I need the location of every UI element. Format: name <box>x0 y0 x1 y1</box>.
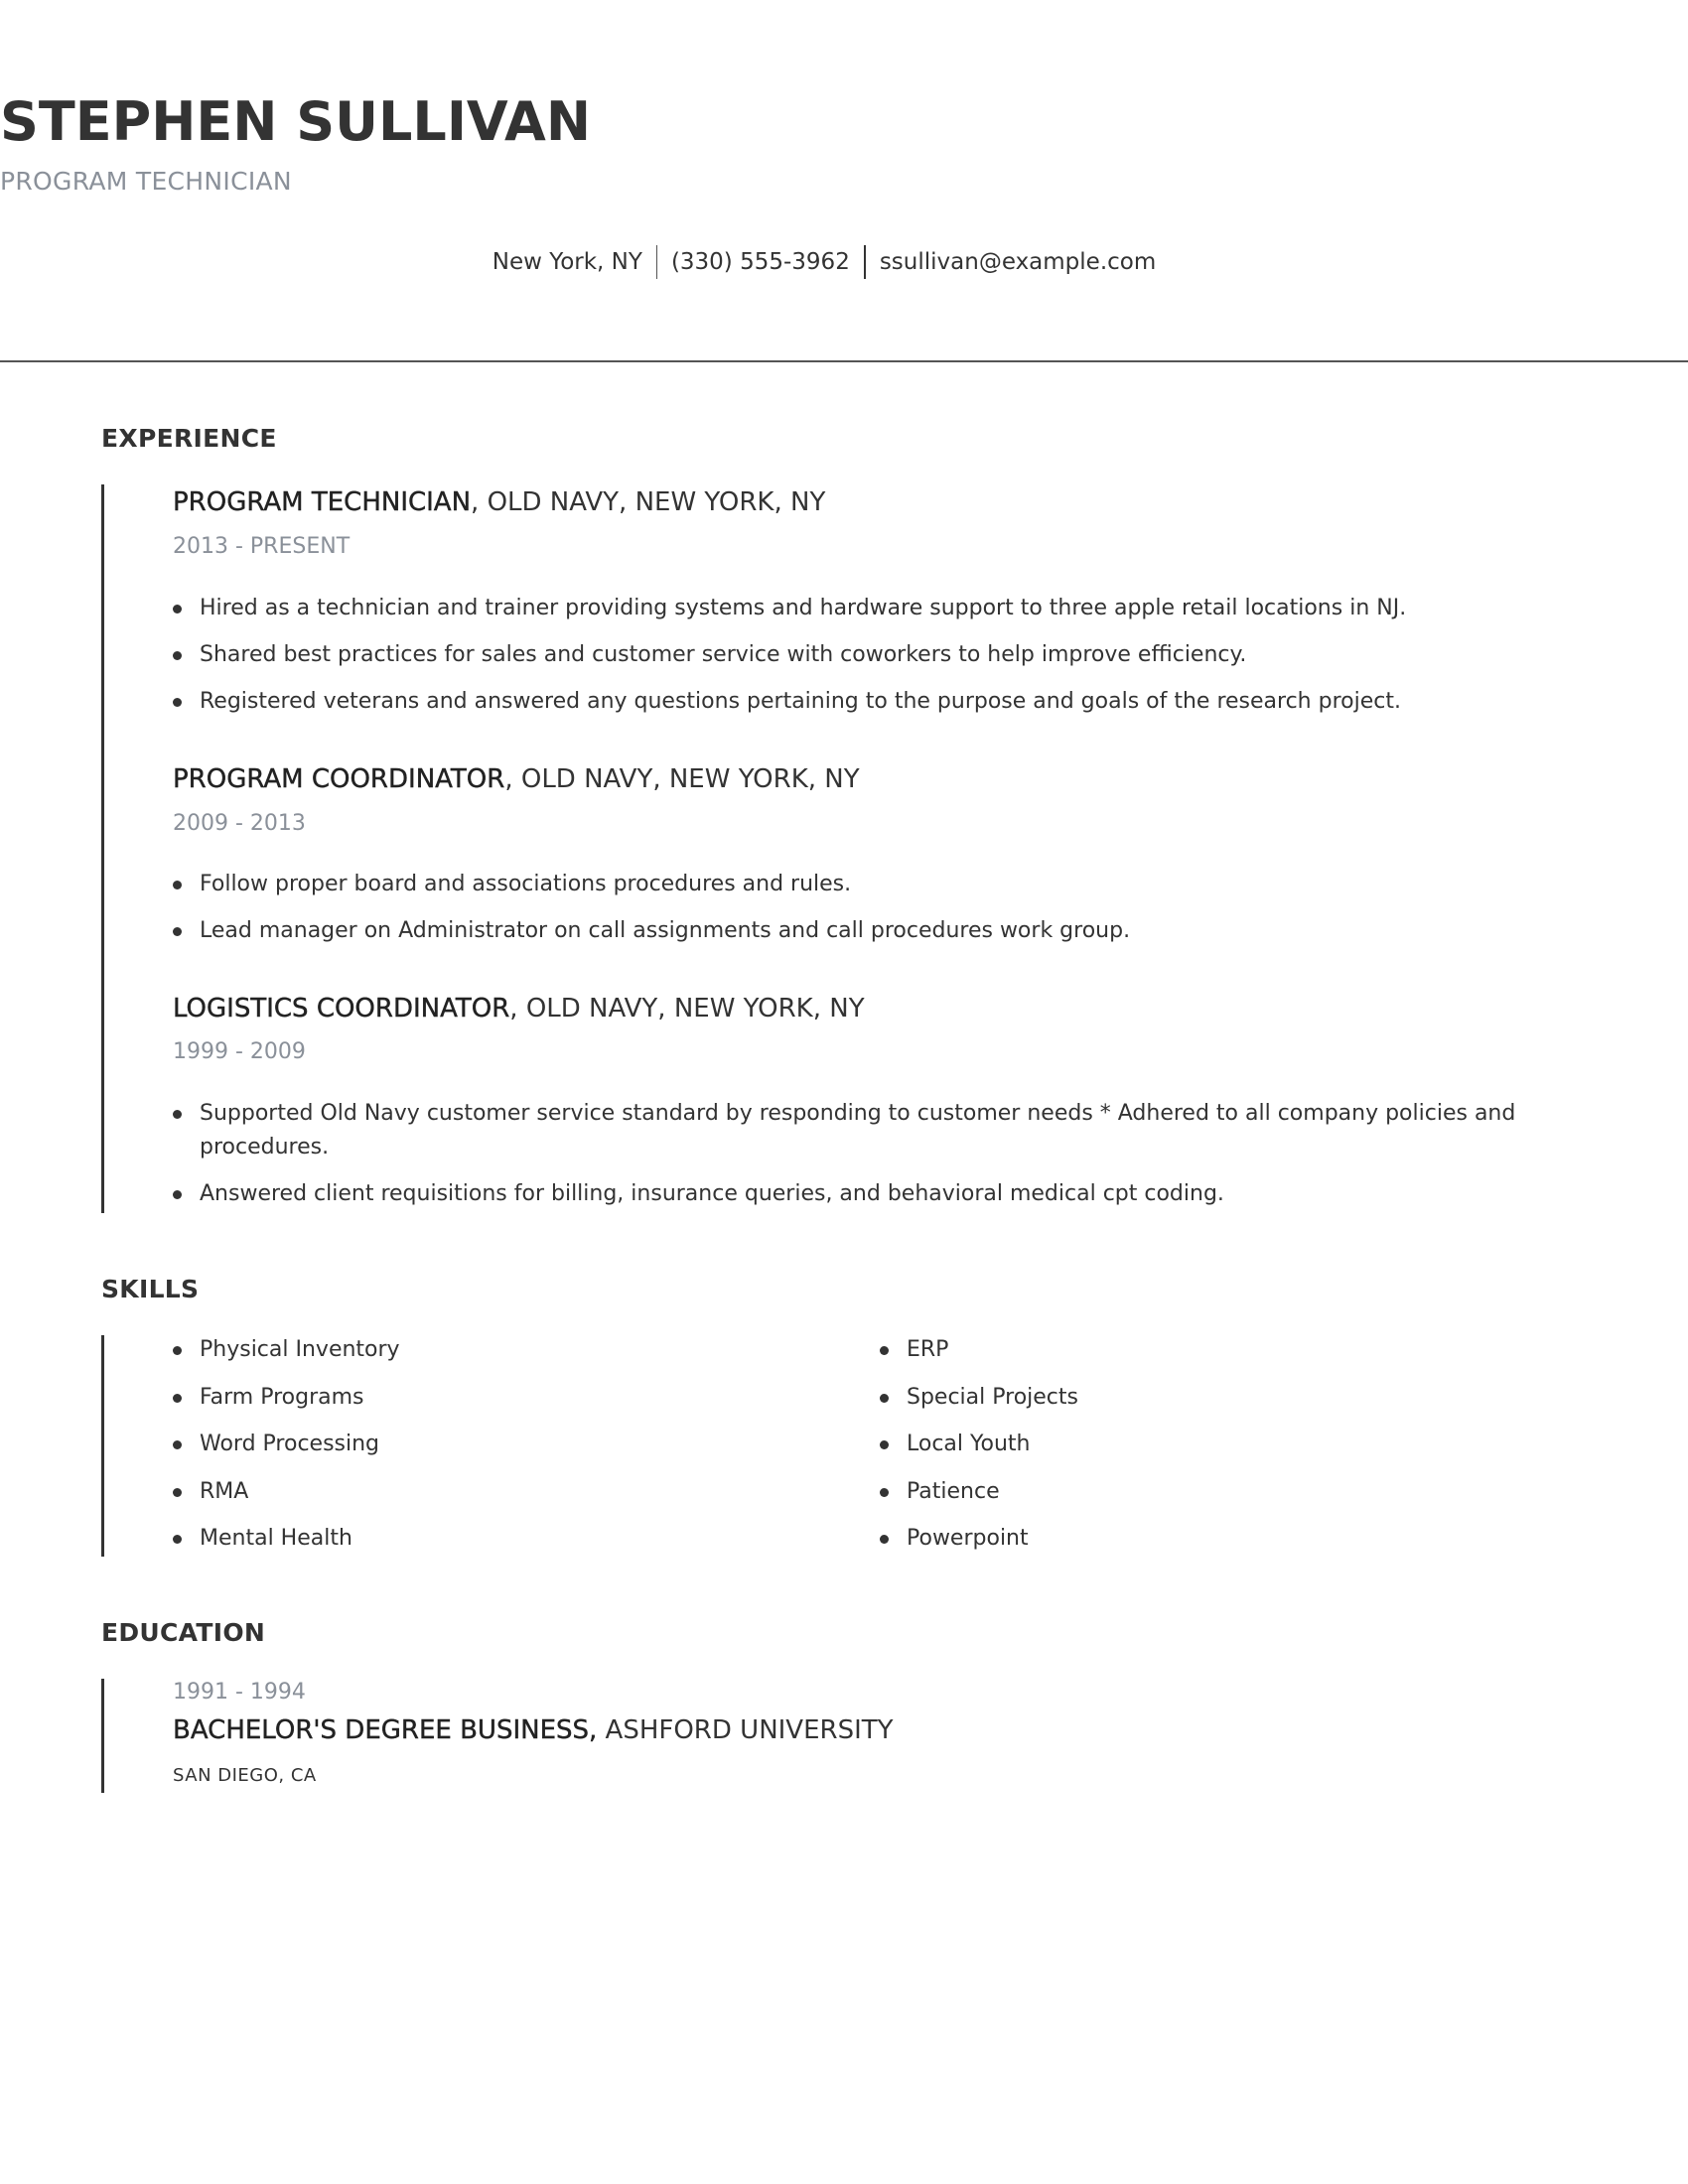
job-bullet: Follow proper board and associations pro… <box>173 868 1593 901</box>
education-degree: BACHELOR'S DEGREE BUSINESS, <box>173 1715 598 1745</box>
job-dates: 2009 - 2013 <box>173 811 306 836</box>
skill-item: Farm Programs <box>173 1381 769 1415</box>
skill-item: Special Projects <box>880 1381 1476 1415</box>
skill-item: Powerpoint <box>880 1522 1476 1556</box>
skill-item: Physical Inventory <box>173 1333 769 1367</box>
job-role: PROGRAM TECHNICIAN <box>173 487 472 517</box>
job-title: PROGRAM COORDINATOR, OLD NAVY, NEW YORK,… <box>173 762 860 796</box>
job-title: LOGISTICS COORDINATOR, OLD NAVY, NEW YOR… <box>173 992 865 1025</box>
job-bullets: Follow proper board and associations pro… <box>173 868 1593 961</box>
contact-separator <box>655 245 657 279</box>
education-heading: EDUCATION <box>101 1618 266 1647</box>
education-dates: 1991 - 1994 <box>173 1680 306 1705</box>
job-bullet: Registered veterans and answered any que… <box>173 685 1593 719</box>
skill-item: RMA <box>173 1475 769 1509</box>
job-bullet: Lead manager on Administrator on call as… <box>173 914 1593 948</box>
job-title: PROGRAM TECHNICIAN, OLD NAVY, NEW YORK, … <box>173 485 826 519</box>
skill-item: ERP <box>880 1333 1476 1367</box>
job-bullet: Answered client requisitions for billing… <box>173 1177 1593 1211</box>
education-degree-line: BACHELOR'S DEGREE BUSINESS, ASHFORD UNIV… <box>173 1713 894 1747</box>
job-dates: 1999 - 2009 <box>173 1039 306 1064</box>
candidate-title: PROGRAM TECHNICIAN <box>0 167 292 196</box>
job-company: , OLD NAVY, NEW YORK, NY <box>504 764 860 794</box>
contact-email[interactable]: ssullivan@example.com <box>880 247 1156 277</box>
skills-list-left: Physical Inventory Farm Programs Word Pr… <box>173 1333 769 1570</box>
skills-bar <box>101 1335 104 1557</box>
job-bullets: Hired as a technician and trainer provid… <box>173 592 1593 732</box>
job-bullets: Supported Old Navy customer service stan… <box>173 1097 1593 1224</box>
job-role: LOGISTICS COORDINATOR <box>173 994 510 1024</box>
header-divider <box>0 360 1688 362</box>
candidate-name: STEPHEN SULLIVAN <box>0 90 592 153</box>
experience-bar <box>101 484 104 1213</box>
contact-location: New York, NY <box>492 249 642 275</box>
skills-heading: SKILLS <box>101 1275 200 1303</box>
contact-separator <box>863 245 866 279</box>
experience-heading: EXPERIENCE <box>101 424 277 453</box>
job-dates: 2013 - PRESENT <box>173 534 351 559</box>
job-bullet: Supported Old Navy customer service stan… <box>173 1097 1593 1164</box>
contact-phone: (330) 555-3962 <box>670 249 850 275</box>
education-location: SAN DIEGO, CA <box>173 1765 317 1786</box>
skill-item: Local Youth <box>880 1428 1476 1461</box>
job-company: , OLD NAVY, NEW YORK, NY <box>471 487 826 517</box>
skill-item: Patience <box>880 1475 1476 1509</box>
skills-list-right: ERP Special Projects Local Youth Patienc… <box>880 1333 1476 1570</box>
job-company: , OLD NAVY, NEW YORK, NY <box>509 994 865 1024</box>
education-bar <box>101 1679 104 1793</box>
job-bullet: Shared best practices for sales and cust… <box>173 638 1593 672</box>
education-school: ASHFORD UNIVERSITY <box>597 1715 894 1745</box>
skill-item: Mental Health <box>173 1522 769 1556</box>
job-bullet: Hired as a technician and trainer provid… <box>173 592 1593 625</box>
job-role: PROGRAM COORDINATOR <box>173 764 505 794</box>
skill-item: Word Processing <box>173 1428 769 1461</box>
contact-info: New York, NY (330) 555-3962 ssullivan@ex… <box>0 245 1648 279</box>
